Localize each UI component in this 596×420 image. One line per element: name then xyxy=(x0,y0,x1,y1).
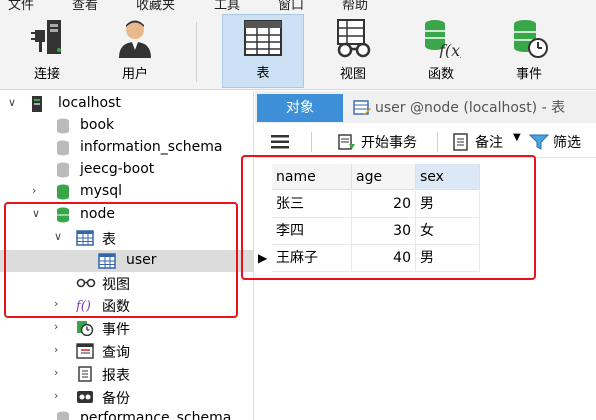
column-header-age[interactable]: age xyxy=(352,164,416,190)
view-button[interactable]: 视图 xyxy=(318,14,388,88)
query-icon xyxy=(76,343,94,359)
function-icon: f(x) xyxy=(425,20,461,58)
plug-icon xyxy=(31,20,61,54)
view-icon xyxy=(337,19,371,58)
menu-bar: 文件 查看 收藏夹 工具 窗口 帮助 xyxy=(0,0,596,12)
tree-item-functions[interactable]: › f() 函数 xyxy=(0,294,253,316)
cell-sex[interactable]: 男 xyxy=(416,245,480,272)
tree-item-localhost[interactable]: ∨ localhost xyxy=(0,93,253,115)
table-icon xyxy=(98,253,116,269)
cell-age[interactable]: 30 xyxy=(352,218,416,245)
cell-age[interactable]: 20 xyxy=(352,191,416,218)
chevron-right-icon[interactable]: › xyxy=(54,344,64,356)
event-icon xyxy=(514,20,548,58)
cell-age[interactable]: 40 xyxy=(352,245,416,272)
navigation-tree: ∨ localhost book information_schema jeec… xyxy=(0,91,254,420)
database-icon xyxy=(57,184,69,200)
database-icon xyxy=(57,207,69,223)
menu-tools[interactable]: 工具 xyxy=(214,0,240,12)
column-header-sex[interactable]: sex xyxy=(416,164,480,190)
user-icon xyxy=(119,20,151,58)
toolbar-separator xyxy=(196,22,197,82)
table-edit-icon xyxy=(353,100,371,115)
cell-sex[interactable]: 男 xyxy=(416,191,480,218)
database-icon xyxy=(57,411,69,420)
tree-item-mysql[interactable]: › mysql xyxy=(0,181,253,203)
tree-item-performance-schema[interactable]: performance_schema xyxy=(0,408,253,420)
svg-text:f(): f() xyxy=(76,299,91,313)
table-icon xyxy=(244,20,282,56)
cell-name[interactable]: 张三 xyxy=(272,191,352,218)
filter-icon xyxy=(529,134,549,150)
cell-name[interactable]: 李四 xyxy=(272,218,352,245)
tab-user-table[interactable]: user @node (localhost) - 表 xyxy=(347,94,596,122)
clock-icon xyxy=(77,321,94,336)
table-toolbar: 开始事务 备注 ▼ 筛选 xyxy=(255,124,596,158)
tree-item-user[interactable]: user xyxy=(0,250,253,272)
glasses-icon xyxy=(76,278,96,288)
tree-item-node[interactable]: ∨ node xyxy=(0,204,253,226)
tab-bar: 对象 user @node (localhost) - 表 xyxy=(255,91,596,123)
tab-objects[interactable]: 对象 xyxy=(257,94,343,122)
toolbar-separator xyxy=(311,132,312,152)
connect-button[interactable]: 连接 xyxy=(12,14,82,88)
menu-help[interactable]: 帮助 xyxy=(342,0,368,12)
tree-item-backups[interactable]: › 备份 xyxy=(0,386,253,408)
toolbar-separator xyxy=(437,132,438,152)
chevron-right-icon[interactable]: › xyxy=(54,367,64,379)
event-button[interactable]: 事件 xyxy=(494,14,564,88)
database-icon xyxy=(57,162,69,178)
cell-name[interactable]: 王麻子 xyxy=(272,245,352,272)
tree-item-reports[interactable]: › 报表 xyxy=(0,363,253,385)
chevron-down-icon[interactable]: ∨ xyxy=(32,208,42,220)
database-icon xyxy=(57,118,69,134)
chevron-right-icon[interactable]: › xyxy=(54,390,64,402)
current-row-marker-icon: ▶ xyxy=(258,251,268,265)
table-button[interactable]: 表 xyxy=(222,14,304,88)
tree-item-events[interactable]: › 事件 xyxy=(0,317,253,339)
function-icon: f() xyxy=(76,299,91,313)
note-icon xyxy=(453,133,468,151)
menu-view[interactable]: 查看 xyxy=(72,0,98,12)
tree-item-views[interactable]: 视图 xyxy=(0,272,253,294)
svg-text:f(x): f(x) xyxy=(438,41,461,58)
main-toolbar: 连接 用户 表 视图 f(x 函数 事件 xyxy=(0,12,596,90)
table-icon xyxy=(76,230,94,246)
backup-icon xyxy=(77,391,93,403)
chevron-down-icon[interactable]: ∨ xyxy=(8,97,18,109)
tree-item-jeecg-boot[interactable]: jeecg-boot xyxy=(0,159,253,181)
transaction-icon xyxy=(338,134,355,150)
cell-sex[interactable]: 女 xyxy=(416,218,480,245)
menu-window[interactable]: 窗口 xyxy=(278,0,304,12)
chevron-down-icon[interactable]: ∨ xyxy=(54,231,64,243)
chevron-right-icon[interactable]: › xyxy=(32,185,42,197)
column-header-name[interactable]: name xyxy=(272,164,352,190)
tree-item-queries[interactable]: › 查询 xyxy=(0,340,253,362)
database-icon xyxy=(57,140,69,156)
tree-item-book[interactable]: book xyxy=(0,115,253,137)
tree-item-tables[interactable]: ∨ 表 xyxy=(0,227,253,249)
menu-file[interactable]: 文件 xyxy=(8,0,34,12)
function-button[interactable]: f(x) 函数 xyxy=(406,14,476,88)
menu-favorites[interactable]: 收藏夹 xyxy=(136,0,175,12)
user-button[interactable]: 用户 xyxy=(100,14,170,88)
chevron-right-icon[interactable]: › xyxy=(54,298,64,310)
chevron-right-icon[interactable]: › xyxy=(54,321,64,333)
report-icon xyxy=(78,366,92,382)
menu-icon[interactable] xyxy=(271,135,289,149)
tree-item-information-schema[interactable]: information_schema xyxy=(0,137,253,159)
server-icon xyxy=(32,96,42,112)
dropdown-arrow-icon[interactable]: ▼ xyxy=(513,132,521,143)
